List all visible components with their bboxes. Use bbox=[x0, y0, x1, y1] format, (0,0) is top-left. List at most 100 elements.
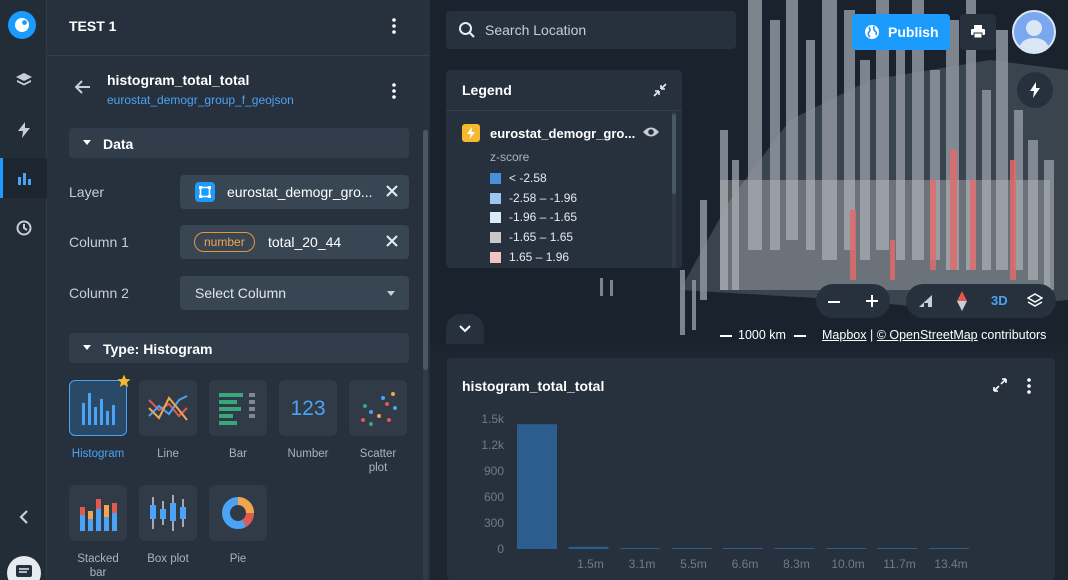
panel-scrollbar[interactable] bbox=[423, 130, 428, 580]
widget-source-link[interactable]: eurostat_demogr_group_f_geojson bbox=[107, 93, 294, 107]
x-tick-label: 6.6m bbox=[732, 557, 759, 571]
collapse-map-button[interactable] bbox=[446, 314, 484, 344]
column1-value: total_20_44 bbox=[268, 234, 342, 250]
legend-swatch bbox=[490, 251, 501, 263]
collapse-legend-icon[interactable] bbox=[652, 82, 668, 103]
x-tick-label: 1.5m bbox=[577, 557, 604, 571]
legend-scrollbar[interactable] bbox=[672, 110, 676, 268]
pie-type-tile[interactable] bbox=[209, 485, 267, 541]
legend-panel: Legend eurostat_demogr_gro... z-score < … bbox=[446, 70, 682, 268]
bolt-icon[interactable] bbox=[0, 110, 47, 150]
section-label: Data bbox=[103, 136, 134, 152]
legend-item-label: < -2.58 bbox=[509, 171, 547, 185]
x-tick-label: 11.7m bbox=[883, 557, 915, 571]
stacked-bar-type-tile[interactable] bbox=[69, 485, 127, 541]
type-section-toggle[interactable]: Type: Histogram bbox=[69, 333, 409, 363]
y-tick-label: 0 bbox=[497, 542, 504, 556]
publish-label: Publish bbox=[888, 24, 939, 40]
legend-item: < -2.58 bbox=[490, 171, 547, 185]
layer-selector[interactable]: eurostat_demogr_gro... bbox=[180, 175, 409, 209]
publish-button[interactable]: Publish bbox=[852, 14, 950, 50]
legend-swatch bbox=[490, 231, 501, 243]
column-type-badge: number bbox=[194, 232, 255, 252]
legend-swatch bbox=[490, 172, 501, 184]
history-icon[interactable] bbox=[0, 208, 47, 248]
compass-icon[interactable] bbox=[956, 291, 968, 316]
histogram-bar[interactable] bbox=[826, 548, 866, 549]
histogram-bar[interactable] bbox=[877, 548, 918, 549]
number-glyph: 123 bbox=[290, 397, 326, 420]
histogram-bar[interactable] bbox=[568, 546, 609, 549]
user-avatar[interactable] bbox=[1012, 10, 1056, 54]
histogram-bar[interactable] bbox=[774, 548, 815, 549]
legend-item: -1.65 – 1.65 bbox=[490, 230, 573, 244]
back-arrow-icon[interactable] bbox=[74, 80, 91, 99]
panel-menu-icon[interactable] bbox=[384, 16, 404, 36]
caret-down-icon bbox=[83, 345, 91, 350]
line-type-tile[interactable] bbox=[139, 380, 197, 436]
histogram-bar[interactable] bbox=[929, 548, 969, 549]
legend-item: -1.96 – -1.65 bbox=[490, 210, 577, 224]
histogram-bar[interactable] bbox=[671, 548, 712, 549]
bolt-layer-icon bbox=[462, 124, 480, 142]
column1-selector[interactable]: number total_20_44 bbox=[180, 225, 409, 259]
map-attribution: Mapbox | © OpenStreetMap contributors bbox=[822, 328, 1046, 342]
layer-value: eurostat_demogr_gro... bbox=[227, 184, 373, 200]
view-3d-toggle[interactable]: 3D bbox=[991, 293, 1008, 308]
terrain-icon[interactable] bbox=[918, 293, 934, 314]
attribution-contributors: contributors bbox=[981, 328, 1047, 342]
osm-link[interactable]: © OpenStreetMap bbox=[877, 328, 978, 342]
eye-icon[interactable] bbox=[642, 125, 660, 144]
box-plot-type-tile[interactable] bbox=[139, 485, 197, 541]
widget-panel: TEST 1 histogram_total_total eurostat_de… bbox=[47, 0, 430, 580]
print-icon[interactable] bbox=[960, 14, 996, 50]
clear-column1-icon[interactable] bbox=[385, 234, 399, 253]
widget-header: histogram_total_total eurostat_demogr_gr… bbox=[47, 56, 430, 120]
panel-header: TEST 1 bbox=[47, 0, 430, 56]
search-placeholder: Search Location bbox=[485, 22, 587, 38]
histogram-widget: histogram_total_total 0 300 600 900 1.2k 1.5k… bbox=[447, 358, 1055, 580]
widget-menu-icon[interactable] bbox=[384, 81, 404, 101]
search-icon bbox=[458, 21, 476, 44]
map-layers-icon[interactable] bbox=[1026, 293, 1044, 314]
column2-selector[interactable]: Select Column bbox=[180, 276, 409, 310]
search-location-input[interactable]: Search Location bbox=[446, 11, 736, 49]
legend-layer-name: eurostat_demogr_gro... bbox=[490, 126, 636, 141]
chat-icon[interactable] bbox=[7, 556, 41, 580]
app-logo[interactable] bbox=[8, 11, 36, 39]
column2-label: Column 2 bbox=[69, 285, 129, 301]
map-view[interactable]: Search Location Publish Legend eurostat_… bbox=[430, 0, 1068, 345]
legend-item: -2.58 – -1.96 bbox=[490, 191, 577, 205]
y-tick-label: 300 bbox=[484, 516, 504, 530]
collapse-sidebar-icon[interactable] bbox=[0, 497, 47, 537]
data-section-toggle[interactable]: Data bbox=[69, 128, 409, 158]
legend-item-label: 1.65 – 1.96 bbox=[509, 250, 570, 264]
histogram-bar[interactable] bbox=[517, 424, 557, 549]
attribution-separator: | bbox=[869, 328, 874, 342]
clear-layer-icon[interactable] bbox=[385, 184, 399, 203]
zoom-out-icon[interactable] bbox=[827, 295, 841, 314]
zoom-controls bbox=[816, 284, 890, 318]
widget-name: histogram_total_total bbox=[107, 72, 250, 88]
scale-label: 1000 km bbox=[738, 328, 786, 342]
legend-swatch bbox=[490, 192, 501, 204]
x-tick-label: 8.3m bbox=[783, 557, 810, 571]
layers-icon[interactable] bbox=[0, 60, 47, 100]
bar-type-tile[interactable] bbox=[209, 380, 267, 436]
number-type-tile[interactable]: 123 bbox=[279, 380, 337, 436]
histogram-chart: 0 300 600 900 1.2k 1.5k 1.5m 3.1m 5.5m 6.6m 8.3m 10… bbox=[481, 412, 969, 571]
scatter-type-tile[interactable] bbox=[349, 380, 407, 436]
zoom-in-icon[interactable] bbox=[865, 294, 879, 313]
chart-icon[interactable] bbox=[0, 158, 47, 198]
x-tick-label: 10.0m bbox=[831, 557, 864, 571]
bar-type-label: Bar bbox=[229, 448, 247, 460]
legend-swatch bbox=[490, 211, 501, 223]
histogram-bar[interactable] bbox=[723, 548, 763, 549]
scale-bar: 1000 km bbox=[720, 328, 806, 342]
globe-icon bbox=[864, 24, 880, 43]
bolt-action-icon[interactable] bbox=[1017, 72, 1053, 108]
legend-title: Legend bbox=[462, 82, 512, 98]
histogram-bar[interactable] bbox=[620, 548, 660, 549]
legend-item-label: -1.96 – -1.65 bbox=[509, 210, 578, 224]
mapbox-link[interactable]: Mapbox bbox=[822, 328, 866, 342]
